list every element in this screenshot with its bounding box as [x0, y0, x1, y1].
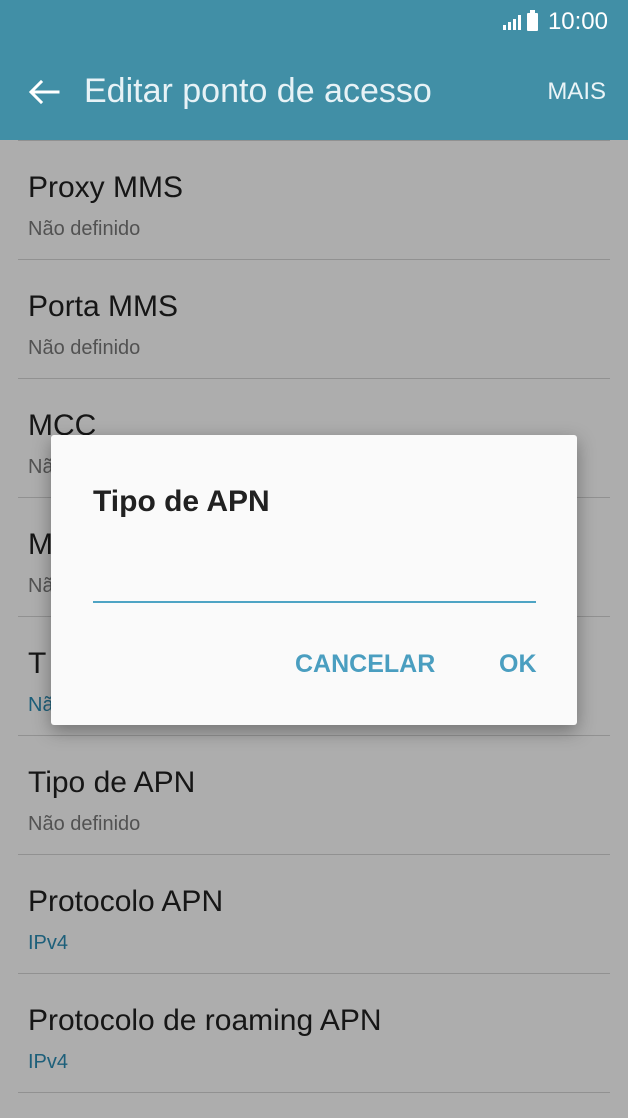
- back-button[interactable]: [22, 70, 66, 114]
- page-title: Editar ponto de acesso: [84, 72, 432, 110]
- status-icons: 10:00: [502, 8, 608, 36]
- status-bar: 10:00: [0, 0, 628, 44]
- arrow-left-icon: [28, 79, 60, 105]
- more-button[interactable]: MAIS: [547, 78, 606, 106]
- cancel-button[interactable]: CANCELAR: [295, 650, 435, 679]
- signal-icon: [502, 14, 521, 30]
- status-time: 10:00: [547, 8, 608, 35]
- apn-type-dialog: Tipo de APN CANCELAR OK: [51, 435, 577, 725]
- app-bar: Editar ponto de acesso MAIS: [0, 44, 628, 140]
- ok-button[interactable]: OK: [499, 650, 537, 679]
- battery-icon: [526, 10, 538, 31]
- apn-type-input[interactable]: [93, 565, 536, 603]
- dialog-title: Tipo de APN: [93, 485, 270, 518]
